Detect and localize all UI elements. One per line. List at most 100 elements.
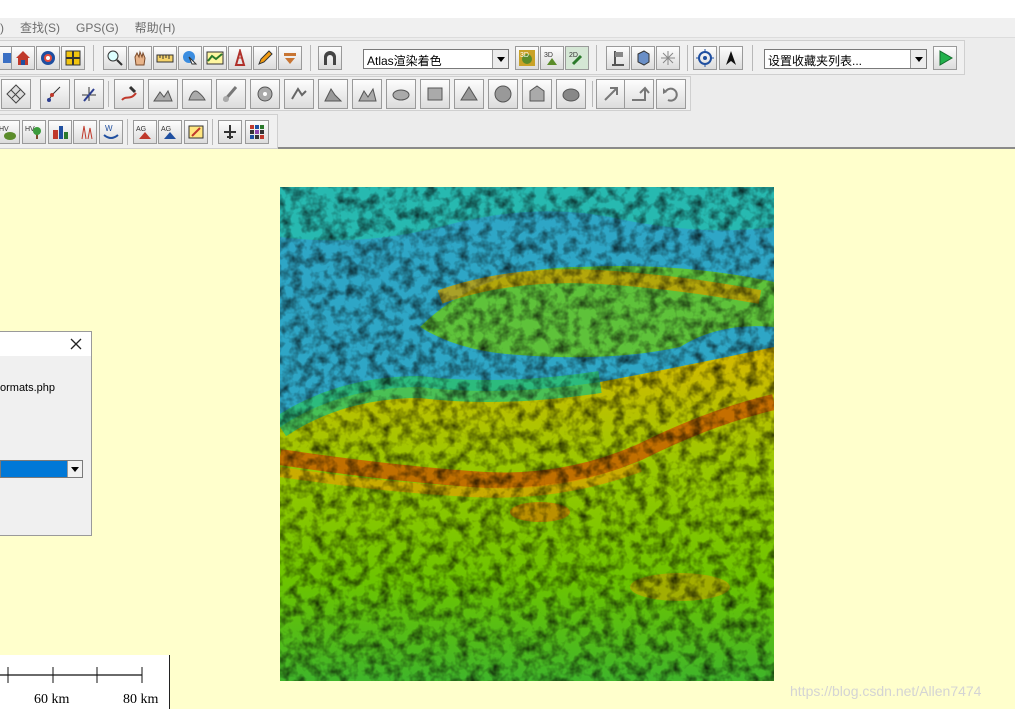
home-button[interactable] xyxy=(11,46,35,70)
arrow-icon xyxy=(604,87,618,101)
shader-select-value: Atlas渲染着色 xyxy=(367,54,442,68)
terrain-icon xyxy=(494,85,512,103)
highlight-button[interactable] xyxy=(184,120,208,144)
menu-bar: ) 查找(S) GPS(G) 帮助(H) xyxy=(0,18,1015,38)
ag-tool-1-button[interactable]: AG xyxy=(133,120,157,144)
home-icon xyxy=(16,51,30,65)
terrain-tool-15-button[interactable] xyxy=(624,79,654,109)
3d-view-button[interactable]: 3D xyxy=(515,46,539,70)
terrain-tool-6-button[interactable] xyxy=(318,79,348,109)
terrain-tool-2-button[interactable] xyxy=(182,79,212,109)
svg-text:3D: 3D xyxy=(544,52,553,59)
digitizer-grid-button[interactable] xyxy=(1,79,31,109)
terrain-icon xyxy=(529,85,545,102)
ruler-icon xyxy=(156,54,174,63)
gps-target-button[interactable] xyxy=(693,46,717,70)
ag-tool-2-button[interactable]: AG xyxy=(158,120,182,144)
terrain-tool-14-button[interactable] xyxy=(596,79,626,109)
hand-pan-icon xyxy=(134,50,146,66)
terrain-tool-11-button[interactable] xyxy=(488,79,518,109)
sparkle-button[interactable] xyxy=(656,46,680,70)
terrain-tool-4-button[interactable] xyxy=(250,79,280,109)
line-create-icon xyxy=(82,87,96,102)
highlight-icon xyxy=(188,125,204,139)
create-line-button[interactable] xyxy=(74,79,104,109)
color-grid-button[interactable] xyxy=(245,120,269,144)
go-favorite-button[interactable] xyxy=(933,46,957,70)
chevron-down-icon[interactable] xyxy=(67,461,82,477)
separator xyxy=(212,119,213,145)
3d-view-icon: 3D xyxy=(519,50,535,66)
svg-text:AG: AG xyxy=(161,126,171,133)
fly-through-button[interactable] xyxy=(218,120,242,144)
cube-button[interactable] xyxy=(631,46,655,70)
terrain-tool-9-button[interactable] xyxy=(420,79,450,109)
terrain-tool-13-button[interactable] xyxy=(556,79,586,109)
window-top-strip xyxy=(0,0,1015,18)
contour-button[interactable]: 2D xyxy=(565,46,589,70)
pencil-icon xyxy=(258,50,273,65)
3d-shade-button[interactable]: 3D xyxy=(540,46,564,70)
terrain-tool-3-button[interactable] xyxy=(216,79,246,109)
chevron-down-icon[interactable] xyxy=(910,50,926,68)
pan-button[interactable] xyxy=(128,46,152,70)
path-profile-button[interactable] xyxy=(203,46,227,70)
menu-item-help[interactable]: 帮助(H) xyxy=(135,19,176,36)
terrain-tool-7-button[interactable] xyxy=(352,79,382,109)
terrain-tool-12-button[interactable] xyxy=(522,79,552,109)
toolbar-row-1: Atlas渲染着色 3D 3D 2D 设置收藏夹列表... xyxy=(0,40,965,75)
toolbar-row-3: HV HV W AG AG xyxy=(0,114,278,149)
svg-text:3D: 3D xyxy=(520,52,529,59)
more-tools-dropdown[interactable] xyxy=(278,46,302,70)
dropdown-tool-icon xyxy=(284,53,296,64)
profile-icon xyxy=(206,51,224,65)
arrow-icon xyxy=(291,87,307,100)
terrain-tool-1-button[interactable] xyxy=(148,79,178,109)
terrain-tool-16-button[interactable] xyxy=(656,79,686,109)
flag-button[interactable] xyxy=(606,46,630,70)
tower-icon xyxy=(234,49,246,66)
terrain-tool-8-button[interactable] xyxy=(386,79,416,109)
menu-item-partial[interactable]: ) xyxy=(0,21,4,35)
shader-select[interactable]: Atlas渲染着色 xyxy=(363,49,509,69)
terrain-tool-10-button[interactable] xyxy=(454,79,484,109)
zoom-button[interactable] xyxy=(103,46,127,70)
close-icon[interactable] xyxy=(67,335,85,353)
ag-icon: AG xyxy=(161,126,176,139)
gear-icon xyxy=(257,86,273,102)
building-icon xyxy=(53,126,68,139)
buildings-button[interactable] xyxy=(48,120,72,144)
trace-button[interactable] xyxy=(114,79,144,109)
cube-icon xyxy=(637,50,650,66)
undo-icon xyxy=(663,87,678,102)
layout-button[interactable] xyxy=(61,46,85,70)
digitize-button[interactable] xyxy=(253,46,277,70)
globe-button[interactable] xyxy=(36,46,60,70)
terrain-icon xyxy=(460,86,478,101)
arch-icon xyxy=(324,51,336,65)
water-icon: W xyxy=(103,124,119,139)
contour-icon: 2D xyxy=(569,52,583,66)
flag-icon xyxy=(612,51,624,66)
separator xyxy=(93,45,94,71)
favorites-select[interactable]: 设置收藏夹列表... xyxy=(764,49,927,69)
water-button[interactable]: W xyxy=(99,120,123,144)
hv-tree-button[interactable]: HV xyxy=(22,120,46,144)
elevation-map[interactable] xyxy=(280,187,774,681)
terrain-tool-5-button[interactable] xyxy=(284,79,314,109)
north-arrow-button[interactable] xyxy=(719,46,743,70)
towers-button[interactable] xyxy=(73,120,97,144)
measure-button[interactable] xyxy=(153,46,177,70)
menu-item-search[interactable]: 查找(S) xyxy=(20,19,60,36)
feature-info-button[interactable] xyxy=(178,46,202,70)
dialog-text: ormats.php xyxy=(0,382,56,394)
view-shed-button[interactable] xyxy=(228,46,252,70)
ag-icon: AG xyxy=(136,126,151,139)
edit-vertex-button[interactable] xyxy=(40,79,70,109)
menu-item-gps[interactable]: GPS(G) xyxy=(76,21,119,35)
hv-tool-button[interactable]: HV xyxy=(0,120,20,144)
globe-icon xyxy=(41,51,55,65)
dialog-select[interactable] xyxy=(0,460,83,478)
overlay-button[interactable] xyxy=(318,46,342,70)
chevron-down-icon[interactable] xyxy=(492,50,508,68)
